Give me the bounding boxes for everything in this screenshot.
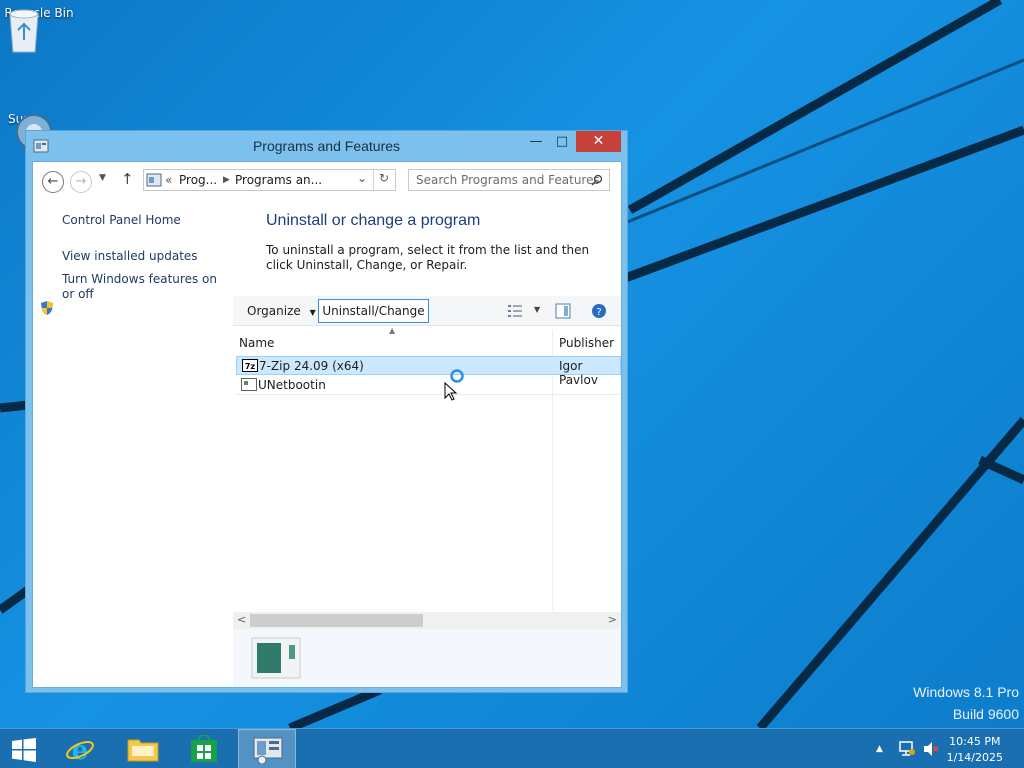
program-row[interactable]: UNetbootin (236, 376, 621, 395)
programs-and-features-window: Programs and Features — □ ✕ ← → ▼ ↑ « Pr… (25, 130, 628, 693)
arrow-up-icon: ↑ (121, 170, 134, 188)
watermark-edition: Windows 8.1 Pro (913, 684, 1019, 700)
command-toolbar: Organize ▼ Uninstall/Change ▼ ? (233, 296, 621, 326)
breadcrumb-overflow[interactable]: « (165, 173, 172, 187)
breadcrumb-programs[interactable]: Prog... (179, 173, 217, 187)
address-bar[interactable]: « Prog... ▶ Programs an... ⌄ ↻ (143, 169, 396, 191)
scrollbar-thumb[interactable] (250, 614, 423, 627)
left-task-pane: Control Panel Home View installed update… (33, 200, 233, 687)
column-header-name[interactable]: Name (239, 336, 274, 350)
taskbar: e ▲ 10:45 PM 1/14/2025 (0, 728, 1024, 768)
uac-shield-icon (41, 301, 53, 315)
window-client-area: ← → ▼ ↑ « Prog... ▶ Programs an... ⌄ ↻ S… (32, 161, 622, 688)
up-button[interactable]: ↑ (121, 170, 134, 188)
help-icon[interactable]: ? (591, 303, 607, 319)
scroll-right-icon[interactable]: > (608, 613, 617, 626)
os-watermark: Windows 8.1 Pro Build 9600 (913, 684, 1019, 722)
network-icon[interactable] (898, 741, 916, 757)
system-clock[interactable]: 10:45 PM 1/14/2025 (947, 734, 1003, 766)
page-heading: Uninstall or change a program (266, 212, 481, 229)
watermark-build: Build 9600 (952, 706, 1019, 722)
recycle-bin-shortcut[interactable]: Recycle Bin (4, 6, 74, 53)
column-header-publisher[interactable]: Publisher (559, 336, 614, 350)
program-name: UNetbootin (258, 378, 326, 392)
maximize-button[interactable]: □ (549, 131, 575, 153)
show-hidden-icons-button[interactable]: ▲ (876, 744, 883, 754)
organize-label: Organize (247, 304, 301, 318)
7zip-icon: 7z (242, 359, 258, 372)
svg-text:e: e (72, 736, 89, 764)
uninstall-change-button[interactable]: Uninstall/Change (318, 299, 429, 323)
breadcrumb-chevron-icon[interactable]: ▶ (223, 175, 230, 185)
recycle-bin-icon (9, 9, 39, 53)
program-row[interactable]: 7z 7-Zip 24.09 (x64) Igor Pavlov (236, 356, 621, 387)
preview-pane-icon[interactable] (555, 303, 571, 319)
search-input[interactable]: Search Programs and Features (408, 169, 610, 191)
selected-program-thumbnail-icon (251, 637, 301, 679)
address-dropdown-button[interactable]: ⌄ (357, 171, 367, 185)
programs-and-features-icon (253, 737, 283, 764)
view-options-icon[interactable] (507, 304, 523, 318)
view-installed-updates-link[interactable]: View installed updates (62, 249, 198, 263)
back-button[interactable]: ← (42, 171, 64, 193)
recent-locations-dropdown[interactable]: ▼ (99, 173, 106, 183)
taskbar-internet-explorer[interactable]: e (52, 729, 110, 768)
search-icon[interactable] (591, 174, 603, 186)
windows-logo-icon (12, 738, 36, 762)
arrow-left-icon: ← (47, 174, 59, 189)
internet-explorer-icon: e (66, 736, 94, 764)
refresh-button[interactable]: ↻ (379, 171, 389, 185)
sort-ascending-icon: ▲ (389, 326, 396, 335)
taskbar-file-explorer[interactable] (115, 729, 173, 768)
breadcrumb-programs-and-features[interactable]: Programs an... (235, 173, 322, 187)
svg-text:7z: 7z (245, 362, 256, 371)
folder-icon (127, 739, 159, 762)
store-icon (191, 735, 217, 762)
app-window-icon (241, 378, 257, 391)
forward-button[interactable]: → (70, 171, 92, 193)
close-button[interactable]: ✕ (576, 131, 621, 152)
turn-windows-features-link[interactable]: Turn Windows features on or off (62, 272, 227, 302)
chevron-down-icon: ▼ (309, 308, 316, 317)
search-placeholder: Search Programs and Features (416, 173, 600, 187)
horizontal-scrollbar[interactable]: < > (233, 612, 621, 629)
organize-menu[interactable]: Organize ▼ (247, 304, 316, 318)
scroll-left-icon[interactable]: < (237, 613, 246, 626)
details-pane (233, 629, 621, 687)
navigation-bar: ← → ▼ ↑ « Prog... ▶ Programs an... ⌄ ↻ S… (33, 162, 621, 200)
volume-muted-icon[interactable] (922, 741, 940, 757)
start-button[interactable] (0, 729, 58, 768)
loading-ring-icon (450, 369, 464, 383)
minimize-button[interactable]: — (523, 131, 549, 153)
program-name: 7-Zip 24.09 (x64) (259, 359, 364, 373)
svg-text:?: ? (596, 307, 601, 318)
clock-time: 10:45 PM (949, 735, 1001, 748)
arrow-right-icon: → (75, 174, 87, 189)
address-divider (373, 170, 374, 190)
main-content: Uninstall or change a program To uninsta… (233, 200, 621, 687)
title-bar[interactable]: Programs and Features — □ ✕ (26, 131, 627, 161)
control-panel-small-icon (146, 173, 162, 187)
view-dropdown-icon[interactable]: ▼ (534, 305, 540, 314)
control-panel-home-link[interactable]: Control Panel Home (62, 213, 181, 227)
support-shortcut[interactable]: Sup (0, 112, 52, 150)
taskbar-programs-and-features[interactable] (238, 729, 296, 768)
clock-date: 1/14/2025 (946, 751, 1003, 764)
taskbar-store[interactable] (176, 729, 234, 768)
page-description: To uninstall a program, select it from t… (266, 243, 590, 272)
